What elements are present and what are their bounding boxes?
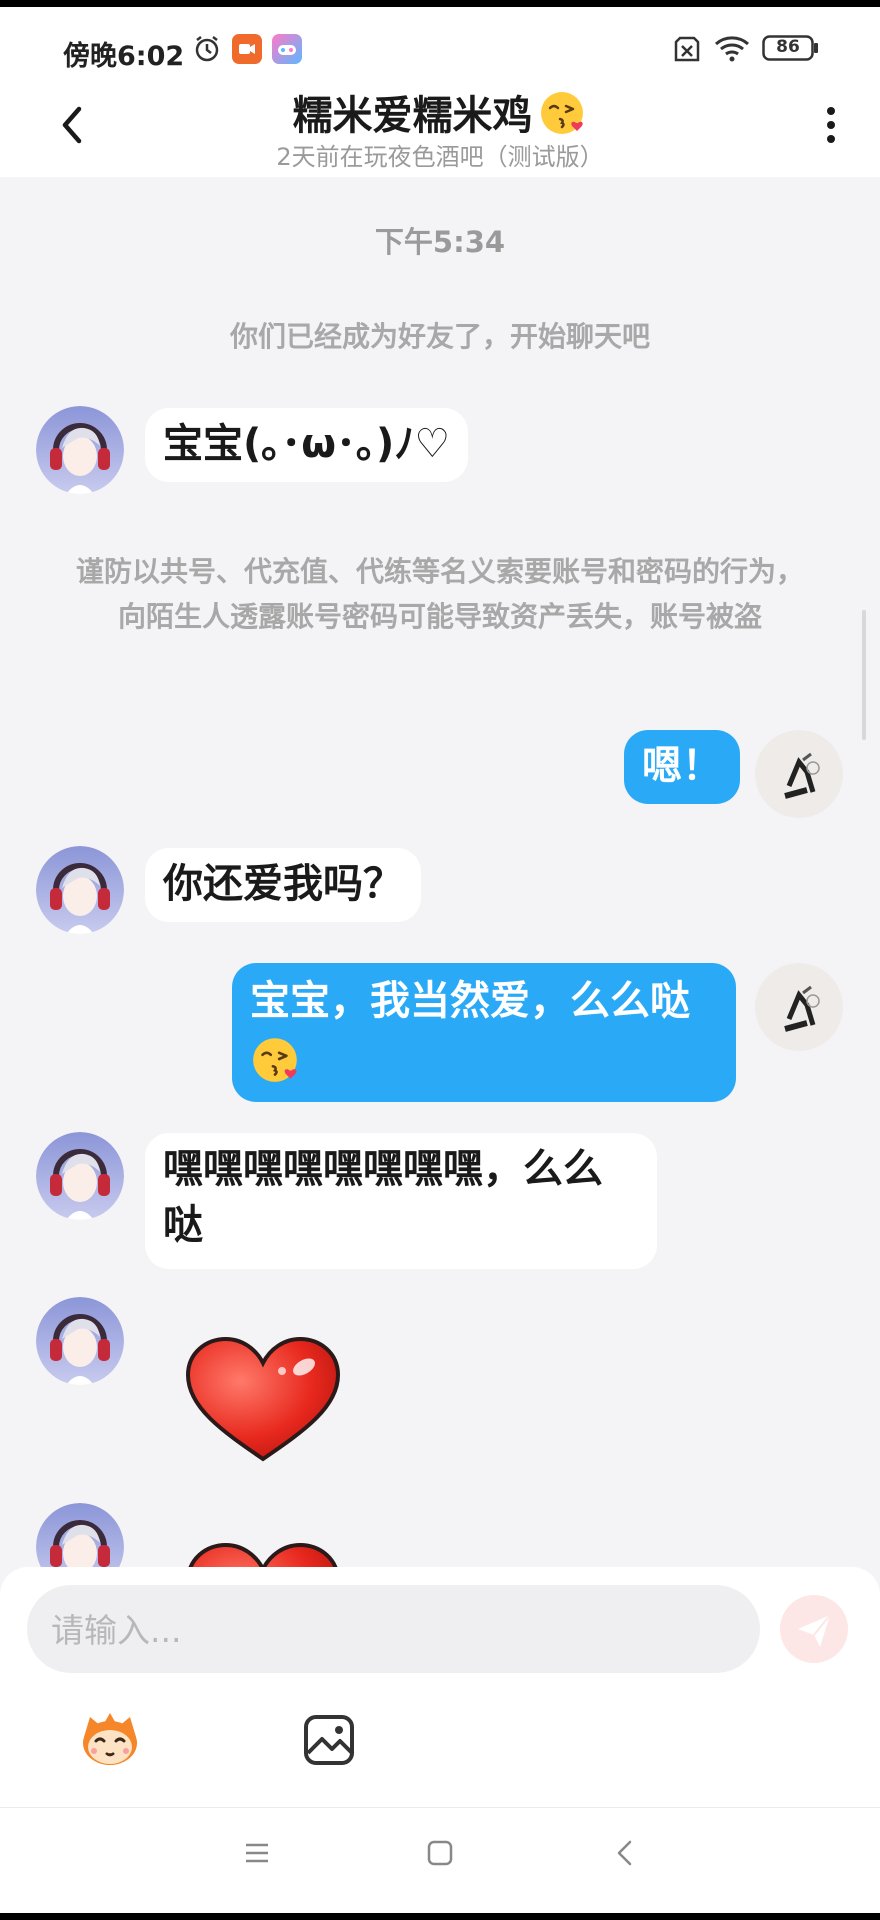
incoming-message[interactable]: 你还爱我吗？	[145, 848, 421, 922]
home-square-icon	[427, 1840, 453, 1866]
my-avatar[interactable]	[755, 730, 843, 818]
image-button[interactable]	[302, 1713, 356, 1767]
send-icon	[798, 1614, 831, 1647]
chat-timestamp: 下午5:34	[374, 225, 506, 259]
menu-icon	[246, 1843, 268, 1863]
video-app-icon	[232, 34, 262, 68]
message-input-wrapper[interactable]	[27, 1585, 760, 1675]
friend-avatar[interactable]	[36, 1297, 124, 1385]
friend-notice: 你们已经成为好友了，开始聊天吧	[229, 320, 650, 353]
chevron-left-icon	[617, 1840, 632, 1866]
chat-header: 糯米爱糯米鸡 2天前在玩夜色酒吧（测试版）	[0, 87, 880, 177]
alarm-icon	[192, 34, 222, 68]
incoming-message[interactable]: 嘿嘿嘿嘿嘿嘿嘿嘿，么么哒	[145, 1133, 657, 1269]
composer	[0, 1567, 880, 1807]
menu-button[interactable]	[242, 1838, 272, 1868]
emoji-mascot-icon	[83, 1713, 137, 1765]
sim-off-icon	[672, 34, 702, 68]
title-row: 糯米爱糯米鸡	[0, 83, 880, 141]
chat-scrollbar[interactable]	[862, 610, 866, 740]
chat-area[interactable]: 下午5:34 你们已经成为好友了，开始聊天吧 宝宝(｡･ω･｡)ﾉ♡ 谨防以共号…	[0, 177, 880, 1567]
heart-sticker[interactable]	[182, 1541, 344, 1567]
more-button[interactable]	[816, 101, 846, 151]
top-screen-edge	[0, 0, 880, 7]
friend-avatar[interactable]	[36, 1132, 124, 1220]
outgoing-message: 宝宝，我当然爱，么么哒	[250, 978, 690, 1024]
friend-avatar[interactable]	[36, 406, 124, 494]
system-nav-bar	[0, 1807, 880, 1914]
friend-avatar[interactable]	[36, 846, 124, 934]
battery-level: 86	[776, 37, 800, 57]
more-vertical-icon	[827, 107, 835, 143]
game-app-icon	[272, 34, 302, 68]
outgoing-message[interactable]: 嗯！	[624, 730, 740, 804]
my-avatar[interactable]	[755, 963, 843, 1051]
home-button[interactable]	[425, 1838, 455, 1868]
security-warning: 谨防以共号、代充值、代练等名义索要账号和密码的行为，向陌生人透露账号密码可能导致…	[75, 555, 804, 633]
bottom-screen-edge	[0, 1913, 880, 1920]
image-icon	[304, 1715, 354, 1765]
chat-subtitle: 2天前在玩夜色酒吧（测试版）	[276, 143, 604, 171]
wifi-icon	[714, 34, 750, 68]
send-button[interactable]	[780, 1595, 848, 1663]
message-input[interactable]	[49, 1585, 743, 1675]
incoming-message[interactable]: 宝宝(｡･ω･｡)ﾉ♡	[145, 408, 469, 482]
chat-title: 糯米爱糯米鸡	[292, 93, 533, 139]
status-bar: 傍晚6:02 86	[0, 7, 880, 87]
status-time: 傍晚6:02	[63, 41, 185, 72]
heart-sticker[interactable]	[182, 1335, 344, 1469]
friend-avatar[interactable]	[36, 1503, 124, 1567]
kiss-emoji-icon	[253, 1038, 297, 1082]
system-back-button[interactable]	[610, 1838, 640, 1868]
emoji-button[interactable]	[76, 1707, 144, 1769]
kiss-emoji-icon	[540, 92, 583, 134]
outgoing-message-bubble[interactable]: 宝宝，我当然爱，么么哒	[232, 963, 736, 1102]
